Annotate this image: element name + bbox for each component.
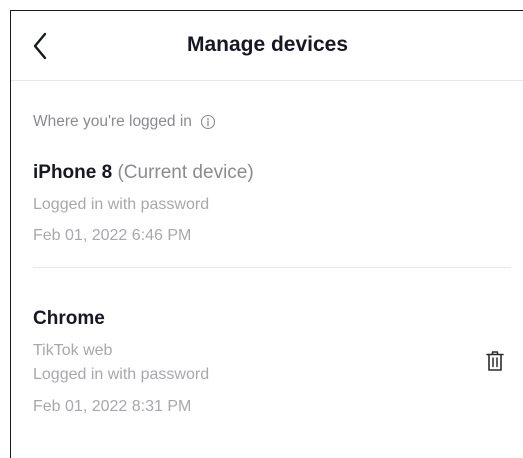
device-platform: TikTok web — [33, 342, 113, 359]
page-title: Manage devices — [186, 33, 349, 56]
device-name-text: iPhone 8 — [33, 162, 113, 183]
device-name-text: Chrome — [33, 308, 105, 329]
device-name-iphone: iPhone 8 (Current device) — [33, 162, 254, 184]
section-label: Where you're logged in — [33, 113, 216, 131]
divider — [33, 267, 511, 268]
current-device-tag: (Current device) — [117, 162, 254, 183]
section-label-text: Where you're logged in — [33, 113, 192, 130]
manage-devices-screen: Manage devices Where you're logged in iP… — [10, 10, 523, 458]
info-icon[interactable] — [200, 114, 216, 130]
device-timestamp: Feb 01, 2022 8:31 PM — [33, 398, 192, 415]
device-login-method: Logged in with password — [33, 196, 210, 213]
header-bar: Manage devices — [11, 11, 523, 81]
device-name-chrome: Chrome — [33, 308, 105, 330]
remove-device-button[interactable] — [483, 348, 507, 374]
trash-icon — [486, 351, 504, 371]
device-timestamp: Feb 01, 2022 6:46 PM — [33, 227, 192, 244]
device-login-method: Logged in with password — [33, 366, 210, 383]
